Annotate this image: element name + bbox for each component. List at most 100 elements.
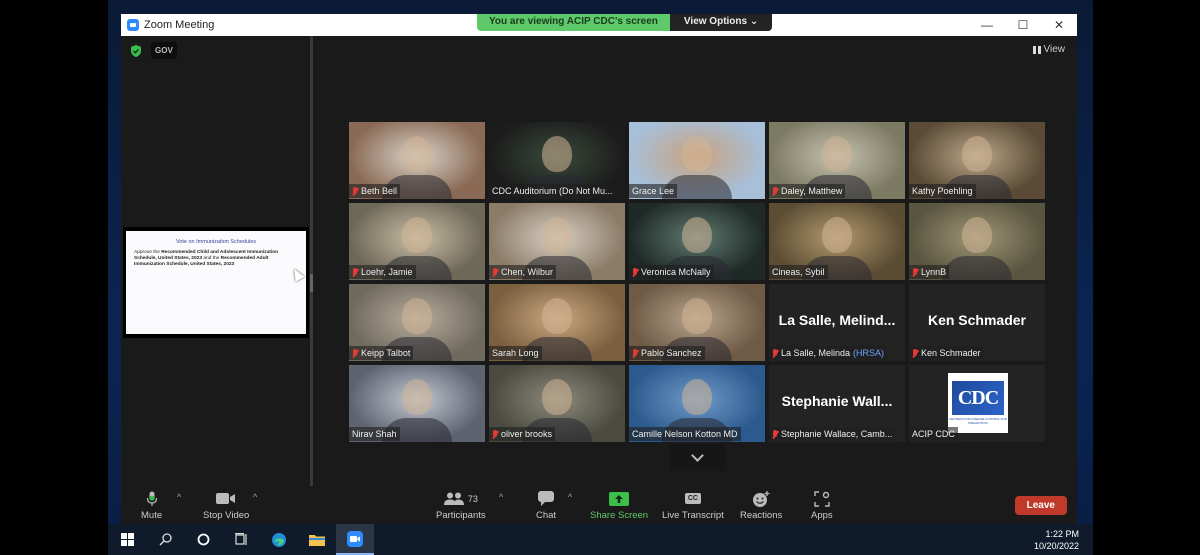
mute-button[interactable]: Mute (141, 490, 162, 521)
participant-name: Beth Bell (361, 186, 398, 196)
participant-name: LynnB (921, 267, 947, 277)
participant-tile[interactable]: Kathy Poehling (909, 122, 1045, 199)
participant-tile[interactable]: Daley, Matthew (769, 122, 905, 199)
muted-microphone-icon (352, 186, 358, 196)
share-screen-icon (609, 491, 630, 506)
participant-name-tag: Beth Bell (349, 184, 401, 198)
maximize-button[interactable]: ☐ (1005, 14, 1041, 36)
security-shield-icon[interactable] (129, 44, 143, 58)
participant-silhouette (682, 379, 712, 415)
shared-slide: Vote on Immunization Schedules Approve t… (126, 231, 306, 334)
participant-name-tag: LynnB (909, 265, 950, 279)
participants-options-caret[interactable]: ^ (499, 492, 503, 502)
share-screen-button[interactable]: Share Screen (590, 490, 648, 521)
participant-name-tag: Daley, Matthew (769, 184, 846, 198)
muted-microphone-icon (352, 348, 358, 358)
close-button[interactable]: ✕ (1041, 14, 1077, 36)
participant-name-tag: ACIP CDC (909, 427, 958, 441)
taskbar-search-button[interactable] (146, 524, 184, 555)
viewing-screen-text: You are viewing ACIP CDC's screen (477, 14, 670, 31)
participant-name: oliver brooks (501, 429, 553, 439)
divider-drag-handle[interactable] (310, 274, 313, 292)
participant-tile[interactable]: Keipp Talbot (349, 284, 485, 361)
gallery-next-page-button[interactable] (669, 444, 725, 471)
task-view-button[interactable] (222, 524, 260, 555)
gov-badge[interactable]: GOV (151, 42, 177, 59)
participant-silhouette (542, 217, 572, 253)
participant-name-tag: Ken Schmader (909, 346, 984, 360)
participant-count: 73 (467, 493, 478, 504)
participant-silhouette (822, 217, 852, 253)
participant-silhouette (402, 379, 432, 415)
participant-name: ACIP CDC (912, 429, 955, 439)
participant-name-tag: La Salle, Melinda (HRSA) (769, 346, 888, 360)
participant-tile[interactable]: Beth Bell (349, 122, 485, 199)
muted-microphone-icon (492, 267, 498, 277)
minimize-button[interactable]: — (969, 14, 1005, 36)
muted-microphone-icon (632, 267, 638, 277)
participant-tile[interactable]: Stephanie Wall... Stephanie Wallace, Camb… (769, 365, 905, 442)
participant-tile[interactable]: La Salle, Melind... La Salle, Melinda (HRS… (769, 284, 905, 361)
window-title: Zoom Meeting (144, 19, 215, 31)
apps-button[interactable]: Apps (811, 490, 833, 521)
participant-silhouette (682, 298, 712, 334)
participant-tile[interactable]: Ken Schmader Ken Schmader (909, 284, 1045, 361)
participant-name: Kathy Poehling (912, 186, 973, 196)
participant-tile[interactable]: Cineas, Sybil (769, 203, 905, 280)
windows-start-button[interactable] (108, 524, 146, 555)
cdc-logo: CDC CENTERS FOR DISEASE CONTROL AND PREVE… (948, 373, 1008, 433)
clock-date: 10/20/2022 (1033, 541, 1079, 551)
system-clock[interactable]: 1:22 PM 10/20/2022 (1034, 528, 1079, 552)
participant-tile[interactable]: CDC Auditorium (Do Not Mu... (489, 122, 625, 199)
participant-tile[interactable]: Chen, Wilbur (489, 203, 625, 280)
participant-name-tag: oliver brooks (489, 427, 556, 441)
taskbar-zoom-button[interactable] (336, 524, 374, 555)
participant-name: Camille Nelson Kotton MD (632, 429, 738, 439)
video-options-caret[interactable]: ^ (253, 492, 257, 502)
participant-name: Grace Lee (632, 186, 675, 196)
view-button-label: View (1043, 44, 1066, 55)
participant-name-tag: Chen, Wilbur (489, 265, 557, 279)
chat-button[interactable]: Chat (536, 490, 556, 521)
stop-video-button[interactable]: Stop Video (203, 490, 249, 521)
participant-tile[interactable]: Grace Lee (629, 122, 765, 199)
task-view-icon (235, 533, 247, 545)
participants-button[interactable]: 73 Participants (436, 490, 486, 521)
participant-tile[interactable]: Loehr, Jamie (349, 203, 485, 280)
participant-name-tag: Camille Nelson Kotton MD (629, 427, 741, 441)
participant-tile[interactable]: oliver brooks (489, 365, 625, 442)
audio-options-caret[interactable]: ^ (177, 492, 181, 502)
meeting-toolbar: Mute ^ Stop Video ^ 73 Participants ^ Ch… (121, 486, 1077, 524)
live-transcript-button[interactable]: CC Live Transcript (662, 490, 724, 521)
screen-share-banner: You are viewing ACIP CDC's screen View O… (477, 14, 773, 31)
participant-name: Keipp Talbot (361, 348, 411, 358)
participant-tile[interactable]: Pablo Sanchez (629, 284, 765, 361)
zoom-taskbar-icon (347, 530, 363, 547)
participant-tile[interactable]: LynnB (909, 203, 1045, 280)
reactions-smiley-icon (753, 490, 770, 507)
participant-tile[interactable]: Camille Nelson Kotton MD (629, 365, 765, 442)
participant-silhouette (822, 136, 852, 172)
muted-microphone-icon (772, 429, 778, 439)
cortana-button[interactable] (184, 524, 222, 555)
participant-silhouette (402, 298, 432, 334)
taskbar-file-explorer-button[interactable] (298, 524, 336, 555)
view-button[interactable]: View (1029, 42, 1070, 57)
participant-gallery: Beth Bell CDC Auditorium (Do Not Mu... Gra… (349, 122, 1045, 442)
participant-tile[interactable]: CDC CENTERS FOR DISEASE CONTROL AND PREVE… (909, 365, 1045, 442)
view-options-button[interactable]: View Options ⌄ (669, 14, 773, 31)
participant-tile[interactable]: Veronica McNally (629, 203, 765, 280)
participant-name-tag: Loehr, Jamie (349, 265, 416, 279)
panel-divider[interactable] (310, 36, 313, 486)
reactions-button[interactable]: Reactions (740, 490, 782, 521)
participant-tile[interactable]: Sarah Long (489, 284, 625, 361)
apps-icon (814, 490, 830, 507)
slide-body: Approve the Recommended Child and Adoles… (134, 250, 279, 267)
leave-meeting-button[interactable]: Leave (1014, 496, 1067, 515)
muted-microphone-icon (352, 267, 358, 277)
chat-options-caret[interactable]: ^ (568, 492, 572, 502)
participants-icon (443, 492, 464, 505)
taskbar-edge-button[interactable] (260, 524, 298, 555)
folder-icon (309, 535, 325, 546)
participant-tile[interactable]: Nirav Shah (349, 365, 485, 442)
